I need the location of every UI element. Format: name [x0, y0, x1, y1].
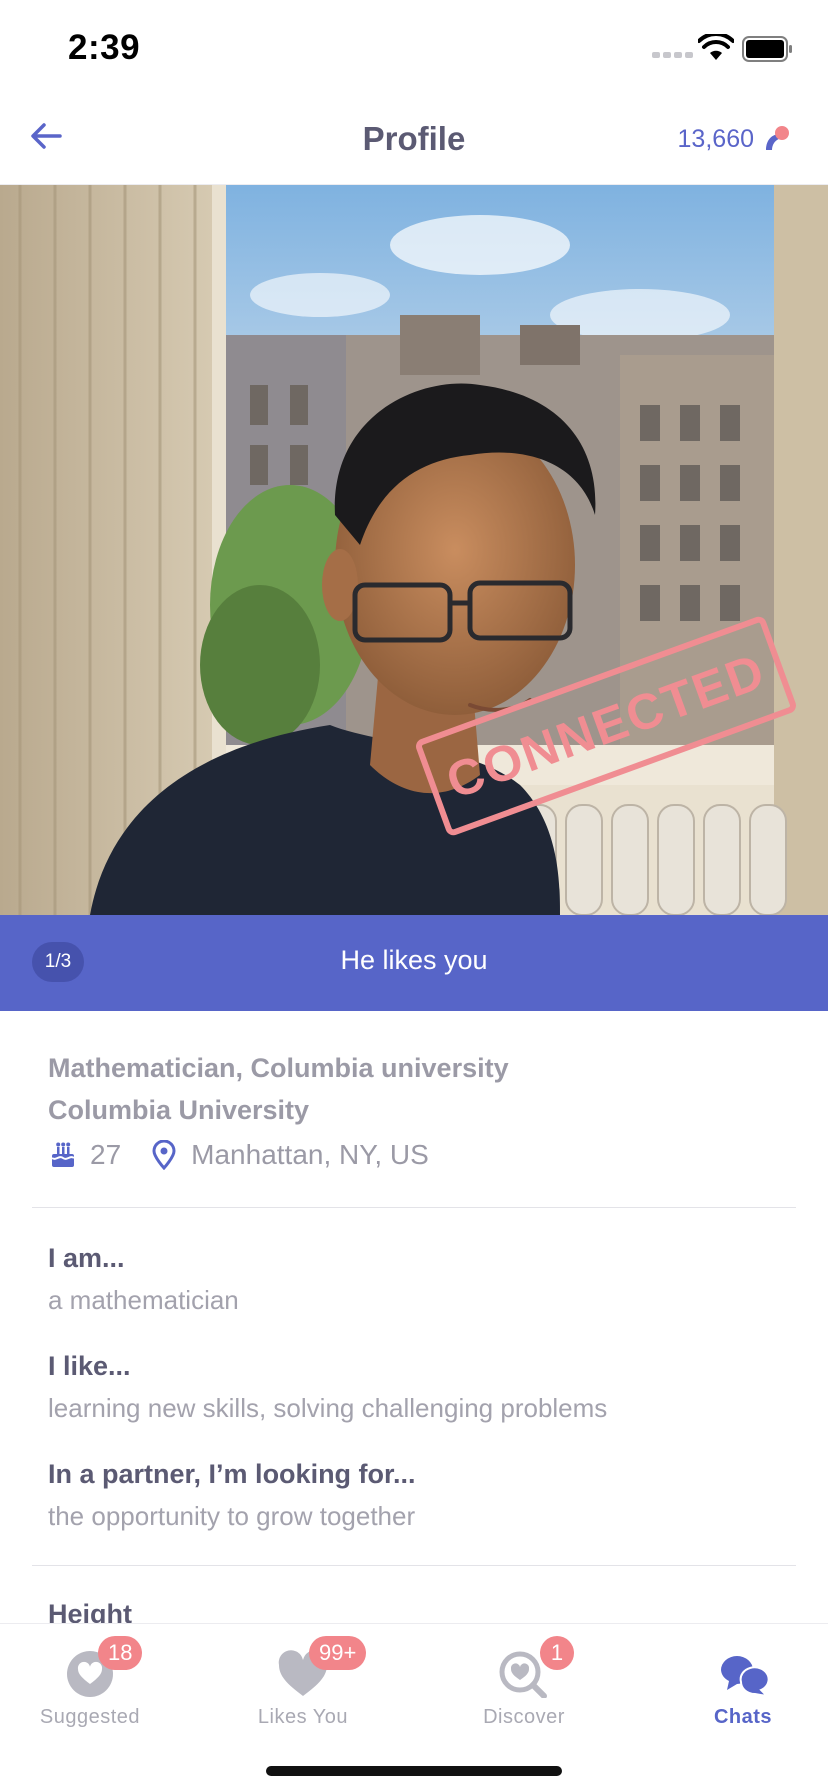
discover-badge: 1 — [540, 1636, 574, 1670]
job-info: Mathematician, Columbia university Colum… — [48, 1047, 509, 1131]
profile-screen: 2:39 Profile 13,660 CONNECTED 1/3 He lik… — [0, 0, 828, 1792]
prompt-label: I like... — [48, 1351, 131, 1381]
likes-you-text: He likes you — [340, 945, 488, 975]
status-bar: 2:39 — [0, 0, 828, 96]
home-indicator[interactable] — [266, 1766, 562, 1776]
school-name: Columbia University — [48, 1095, 310, 1125]
tab-likes-you[interactable]: 99+ Likes You — [213, 1636, 393, 1736]
wifi-icon — [698, 34, 734, 60]
prompt-answer: learning new skills, solving challenging… — [48, 1393, 608, 1423]
tab-label: Discover — [483, 1706, 565, 1728]
navigation-bar: Profile 13,660 — [0, 96, 828, 185]
location-value: Manhattan, NY, US — [191, 1139, 429, 1170]
coin-balance[interactable]: 13,660 — [678, 124, 790, 154]
job-title: Mathematician, Columbia university — [48, 1053, 509, 1083]
section-divider — [32, 1207, 796, 1208]
tab-suggested[interactable]: 18 Suggested — [0, 1636, 180, 1736]
profile-photo-image — [0, 185, 828, 915]
suggested-badge: 18 — [98, 1636, 143, 1670]
prompt-label: I am... — [48, 1243, 125, 1273]
chat-bubbles-icon — [721, 1656, 769, 1698]
likes-banner: 1/3 He likes you — [0, 915, 828, 1011]
battery-icon — [742, 36, 792, 62]
profile-photo[interactable]: CONNECTED — [0, 185, 828, 915]
location-pin-icon — [152, 1140, 176, 1170]
age-value: 27 — [90, 1139, 122, 1170]
cellular-signal-icon — [652, 52, 693, 58]
tab-label: Suggested — [39, 1706, 141, 1728]
tab-chats[interactable]: Chats — [653, 1636, 828, 1736]
coin-count: 13,660 — [677, 124, 754, 153]
profile-details[interactable]: Mathematician, Columbia university Colum… — [0, 1011, 828, 1623]
basic-info: 27 Manhattan, NY, US — [48, 1139, 429, 1171]
prompt-answer: a mathematician — [48, 1285, 239, 1315]
prompt-answer: the opportunity to grow together — [48, 1501, 416, 1531]
birthday-cake-icon — [51, 1142, 75, 1167]
tab-label: Chats — [713, 1706, 773, 1728]
tab-discover[interactable]: 1 Discover — [434, 1636, 614, 1736]
height-section-title: Height — [48, 1599, 132, 1623]
likes-you-badge: 99+ — [309, 1636, 367, 1670]
coin-icon — [766, 126, 789, 150]
section-divider — [32, 1565, 796, 1566]
status-time: 2:39 — [68, 28, 141, 67]
tab-label: Likes You — [257, 1706, 349, 1728]
prompt-label: In a partner, I’m looking for... — [48, 1459, 416, 1489]
